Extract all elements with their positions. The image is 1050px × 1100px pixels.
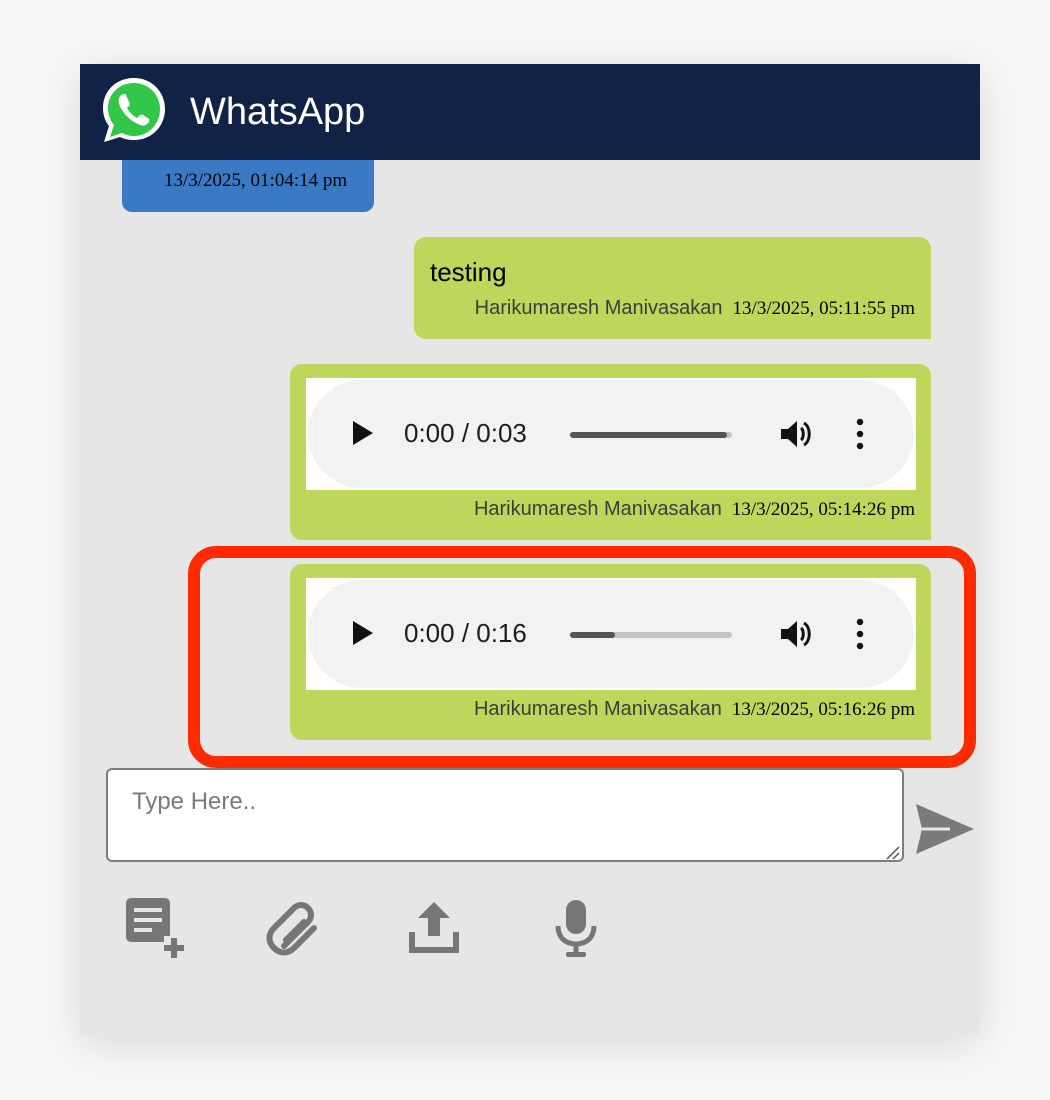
- send-icon[interactable]: [914, 802, 976, 856]
- message-meta: Harikumaresh Manivasakan 13/3/2025, 05:1…: [474, 698, 915, 721]
- chat-window: WhatsApp 13/3/2025, 01:04:14 pm testing …: [80, 64, 980, 1036]
- audio-progress-fill: [570, 632, 616, 638]
- message-timestamp: 13/3/2025, 05:11:55 pm: [732, 298, 915, 319]
- upload-icon[interactable]: [402, 896, 466, 960]
- message-timestamp: 13/3/2025, 05:14:26 pm: [731, 499, 915, 520]
- message-timestamp: 13/3/2025, 01:04:14 pm: [164, 170, 348, 191]
- note-add-icon[interactable]: [122, 896, 186, 960]
- message-text: testing: [430, 257, 507, 287]
- message-sender: Harikumaresh Manivasakan: [473, 498, 722, 520]
- play-icon[interactable]: [352, 620, 374, 646]
- audio-player-frame: 0:00 / 0:16: [306, 578, 916, 690]
- audio-player: 0:00 / 0:16: [308, 580, 914, 688]
- play-icon[interactable]: [352, 420, 374, 446]
- volume-icon[interactable]: [780, 618, 814, 650]
- message-bubble-audio: 0:00 / 0:16 Harikumaresh Manivasakan 13/: [290, 564, 931, 740]
- audio-progress-bar[interactable]: [570, 632, 732, 638]
- app-title: WhatsApp: [190, 91, 366, 133]
- resize-grip-icon[interactable]: [884, 844, 900, 860]
- mic-icon[interactable]: [544, 896, 608, 960]
- audio-player-frame: 0:00 / 0:03: [306, 378, 916, 490]
- message-sender: Harikumaresh Manivasakan: [473, 698, 722, 720]
- message-input[interactable]: [106, 768, 904, 862]
- volume-icon[interactable]: [780, 418, 814, 450]
- message-meta: Harikumaresh Manivasakan 13/3/2025, 05:1…: [474, 498, 915, 521]
- audio-time-display: 0:00 / 0:03: [404, 418, 527, 448]
- audio-progress-fill: [570, 432, 728, 438]
- whatsapp-logo-icon: [103, 78, 165, 142]
- attach-icon[interactable]: [262, 896, 326, 960]
- audio-time-display: 0:00 / 0:16: [404, 618, 527, 648]
- message-bubble-text: testing Harikumaresh Manivasakan 13/3/20…: [414, 237, 931, 339]
- app-header: WhatsApp: [80, 64, 980, 160]
- more-options-icon[interactable]: [856, 618, 864, 650]
- message-meta: Harikumaresh Manivasakan 13/3/2025, 05:1…: [475, 297, 915, 320]
- audio-progress-bar[interactable]: [570, 432, 732, 438]
- audio-player: 0:00 / 0:03: [308, 380, 914, 488]
- message-sender: Harikumaresh Manivasakan: [474, 297, 723, 319]
- message-bubble-incoming: 13/3/2025, 01:04:14 pm: [122, 160, 374, 212]
- message-bubble-audio: 0:00 / 0:03 Harikumaresh Manivasakan 13/: [290, 364, 931, 540]
- more-options-icon[interactable]: [856, 418, 864, 450]
- message-timestamp: 13/3/2025, 05:16:26 pm: [731, 699, 915, 720]
